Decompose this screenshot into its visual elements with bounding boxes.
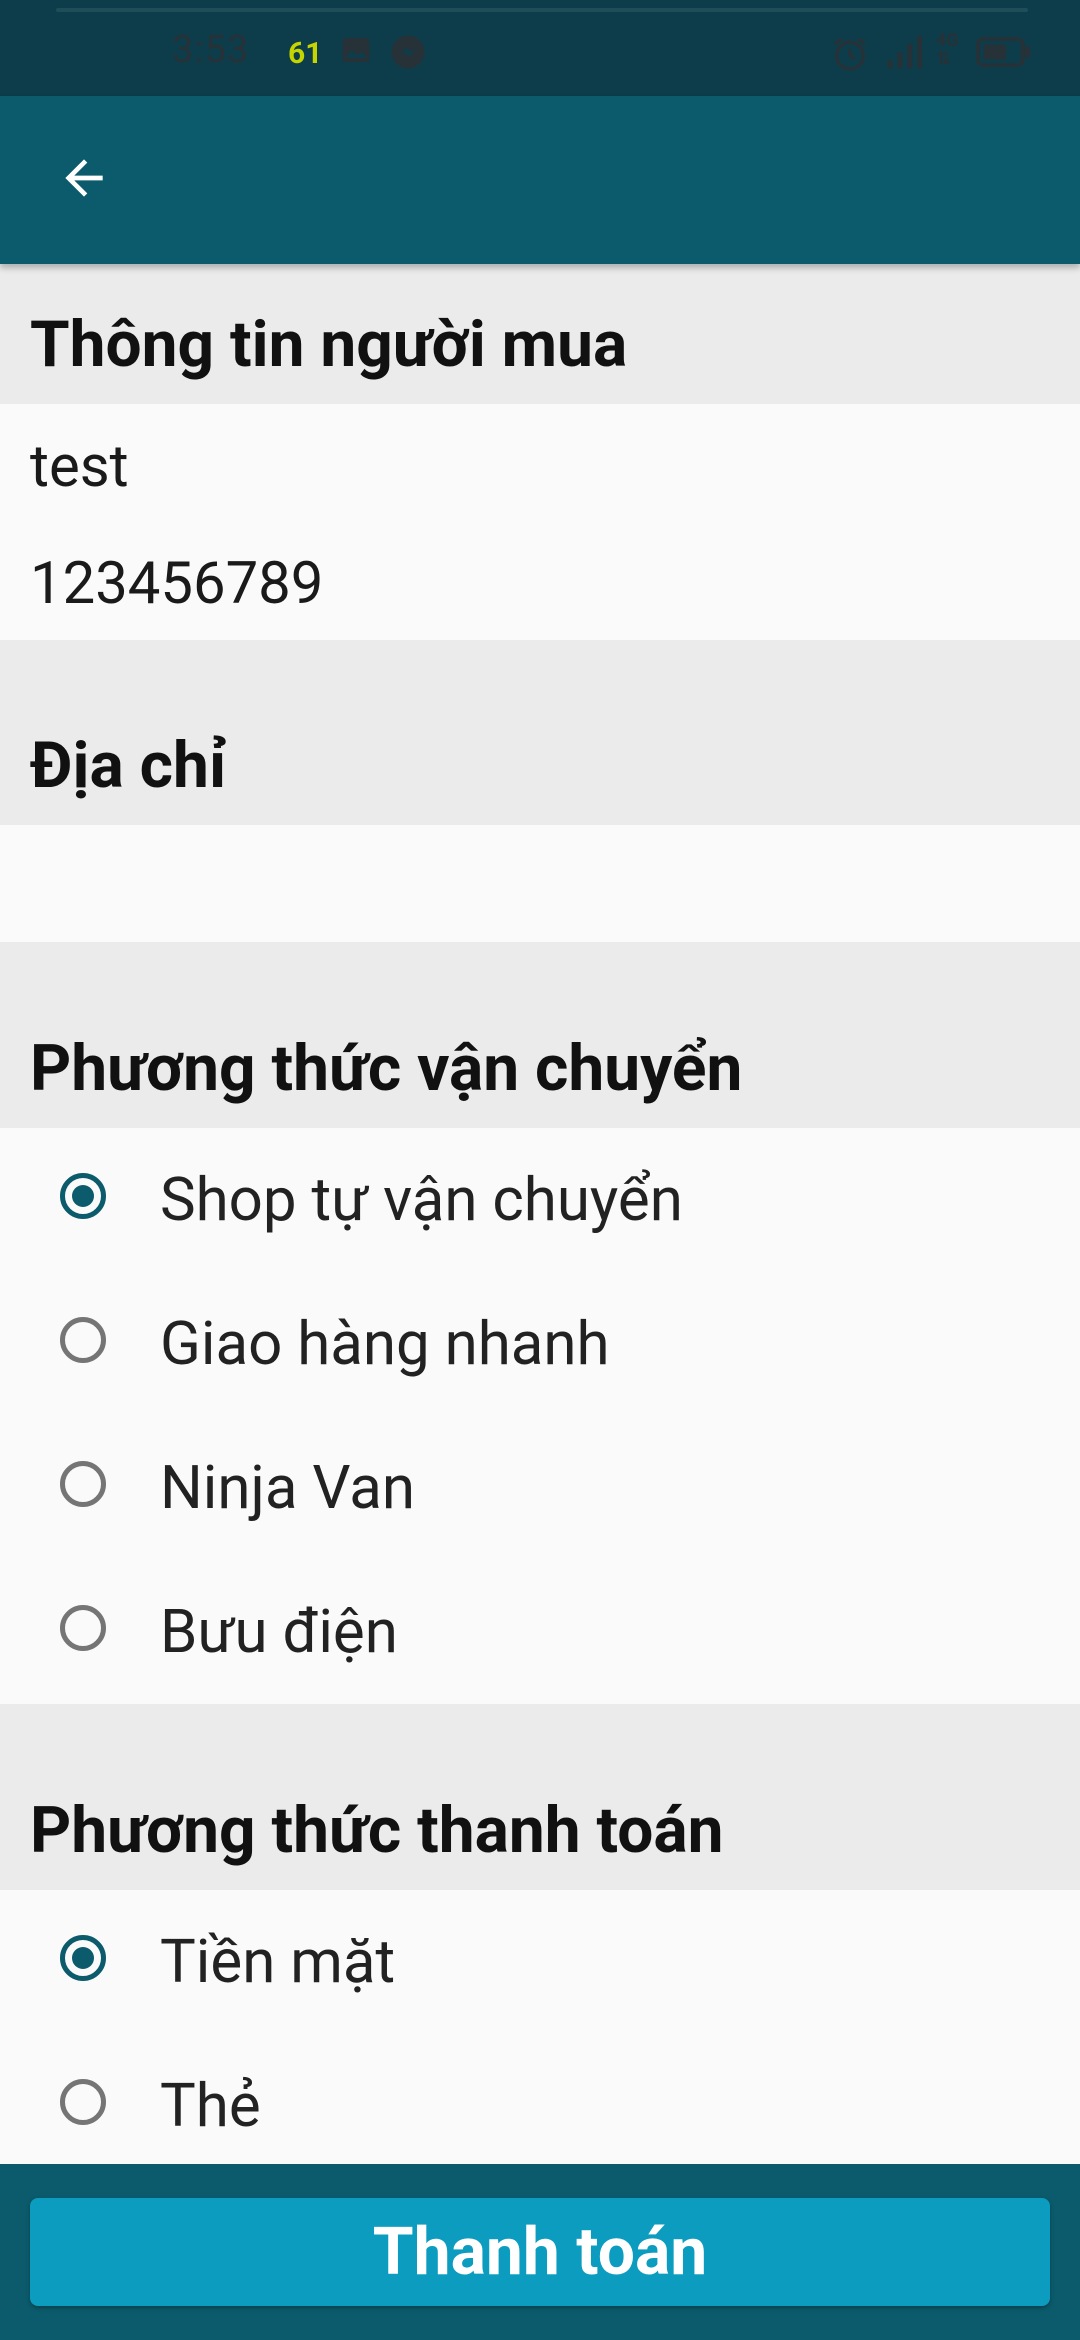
shipping-option-label: Shop tự vận chuyển [160,1164,683,1235]
shipping-option-label: Giao hàng nhanh [160,1308,610,1379]
network-speed: 61 [288,36,323,71]
back-button[interactable] [40,136,128,224]
payment-option-cash[interactable]: Tiền mặt [0,1890,1080,2034]
address-header: Địa chỉ [0,640,1080,825]
status-bar-divider [56,8,1028,12]
payment-header: Phương thức thanh toán [0,1704,1080,1890]
image-icon [340,34,372,70]
buyer-info-title: Thông tin người mua [30,307,628,382]
alarm-icon [830,34,870,78]
shipping-title: Phương thức vận chuyển [30,1031,743,1106]
shipping-option-ghn[interactable]: Giao hàng nhanh [0,1272,1080,1416]
radio-unchecked[interactable] [60,2079,106,2125]
radio-checked[interactable] [60,1935,106,1981]
payment-option-label: Tiền mặt [160,1926,396,1997]
radio-unchecked[interactable] [60,1317,106,1363]
shipping-option-post-office[interactable]: Bưu điện [0,1560,1080,1704]
buyer-name: test [30,433,129,501]
radio-unchecked[interactable] [60,1605,106,1651]
4g-icon: 4G ⇅ [936,30,959,69]
shipping-option-label: Ninja Van [160,1452,416,1523]
payment-option-card[interactable]: Thẻ [0,2034,1080,2178]
radio-checked[interactable] [60,1173,106,1219]
status-bar: 3:53 61 4G ⇅ [0,0,1080,96]
bottom-bar: Thanh toán [0,2164,1080,2340]
address-title: Địa chỉ [30,728,227,803]
buyer-info-header: Thông tin người mua [0,264,1080,404]
buyer-phone: 123456789 [30,550,324,618]
shipping-option-label: Bưu điện [160,1596,398,1667]
battery-icon [976,34,1032,74]
signal-icon [884,34,924,74]
shipping-header: Phương thức vận chuyển [0,942,1080,1128]
arrow-back-icon [56,150,112,210]
payment-title: Phương thức thanh toán [30,1793,724,1868]
status-time: 3:53 [172,28,250,72]
shipping-option-shop[interactable]: Shop tự vận chuyển [0,1128,1080,1272]
payment-option-label: Thẻ [160,2070,261,2141]
app-bar [0,96,1080,264]
pay-button[interactable]: Thanh toán [30,2198,1050,2306]
radio-unchecked[interactable] [60,1461,106,1507]
messenger-icon [390,34,426,74]
shipping-option-ninja-van[interactable]: Ninja Van [0,1416,1080,1560]
